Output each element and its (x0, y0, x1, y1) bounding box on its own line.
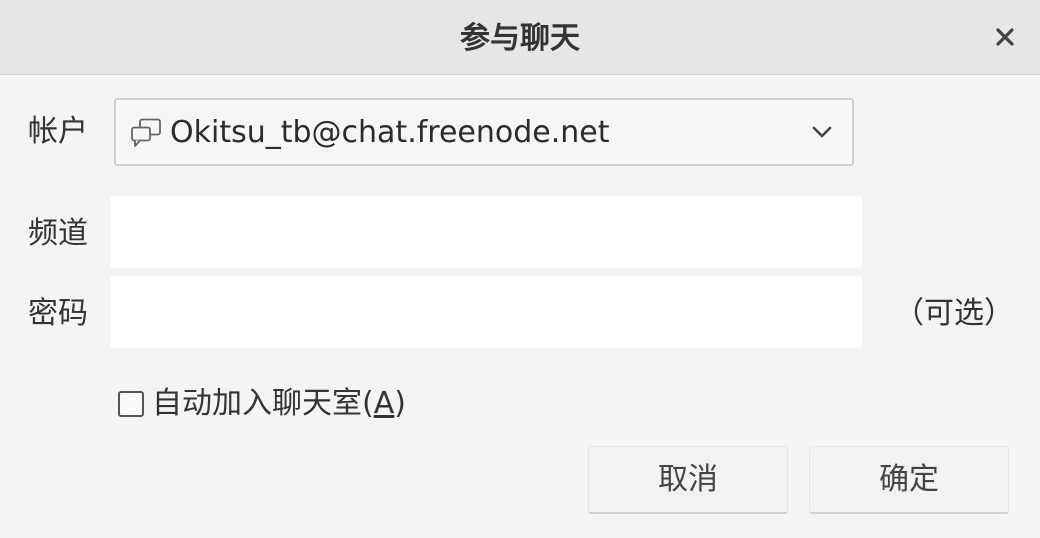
channel-input[interactable] (110, 196, 862, 268)
optional-note: （可选） (894, 296, 1014, 331)
close-icon (996, 28, 1014, 46)
account-selected-value: Okitsu_tb@chat.freenode.net (170, 115, 610, 150)
auto-join-checkbox[interactable]: 自动加入聊天室(A) (118, 384, 406, 424)
checkbox-box[interactable] (118, 391, 144, 417)
join-chat-dialog: 参与聊天 帐户 Okitsu_tb@chat.freenode.net 频道 密… (0, 0, 1040, 538)
chevron-down-icon (812, 126, 832, 138)
dialog-title: 参与聊天 (460, 21, 580, 56)
password-input[interactable] (110, 276, 862, 348)
account-label: 帐户 (28, 114, 88, 149)
ok-button[interactable]: 确定 (809, 446, 1009, 514)
close-button[interactable] (988, 20, 1022, 54)
account-dropdown[interactable]: Okitsu_tb@chat.freenode.net (114, 98, 854, 166)
auto-join-label: 自动加入聊天室(A) (152, 386, 406, 421)
channel-label: 频道 (28, 216, 88, 251)
title-bar: 参与聊天 (0, 0, 1040, 75)
password-label: 密码 (28, 296, 88, 331)
cancel-button[interactable]: 取消 (588, 446, 788, 514)
chat-bubbles-icon (131, 118, 161, 147)
